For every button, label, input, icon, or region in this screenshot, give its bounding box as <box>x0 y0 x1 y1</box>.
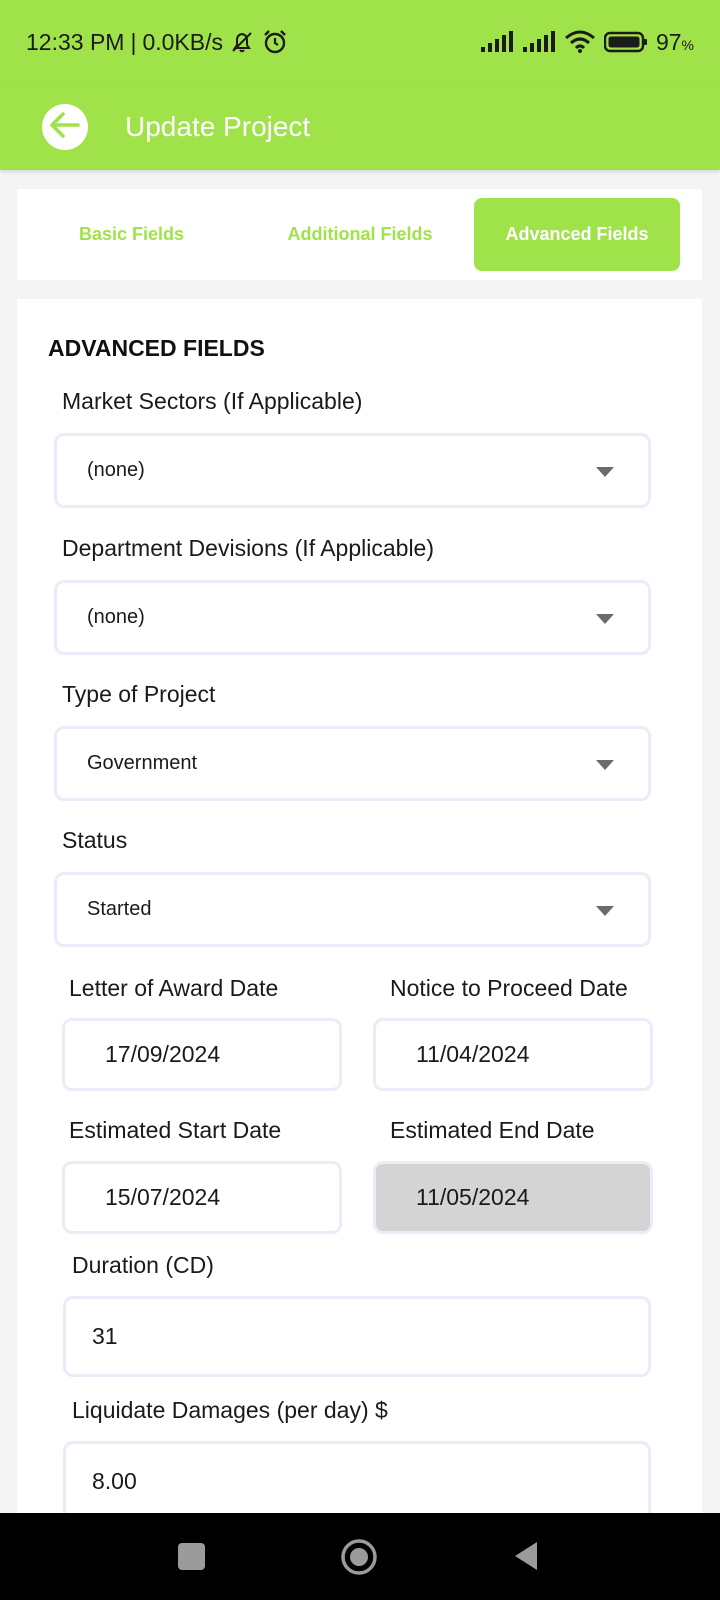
navigation-bar <box>0 1513 720 1600</box>
status-select[interactable]: Started <box>54 872 651 947</box>
chevron-down-icon <box>596 467 614 477</box>
mute-bell-icon <box>229 29 255 55</box>
tab-additional-fields[interactable]: Additional Fields <box>246 198 474 271</box>
app-bar: Update Project <box>0 84 720 170</box>
type-of-project-label: Type of Project <box>62 681 216 707</box>
market-sectors-select[interactable]: (none) <box>54 433 651 508</box>
signal-icon <box>522 31 556 53</box>
notice-to-proceed-date-field[interactable]: 11/04/2024 <box>373 1018 653 1091</box>
duration-label: Duration (CD) <box>72 1252 214 1278</box>
alarm-icon <box>261 28 289 56</box>
chevron-down-icon <box>596 760 614 770</box>
status-separator: | <box>130 28 137 55</box>
tab-basic-fields[interactable]: Basic Fields <box>17 198 246 271</box>
status-right: 97% <box>480 29 694 56</box>
type-of-project-select[interactable]: Government <box>54 726 651 801</box>
estimated-end-date-field: 11/05/2024 <box>373 1161 653 1234</box>
status-left: 12:33 PM | 0.0KB/s <box>26 28 289 56</box>
status-bar: 12:33 PM | 0.0KB/s 97% <box>0 0 720 84</box>
department-divisions-value: (none) <box>87 606 145 628</box>
chevron-down-icon <box>596 906 614 916</box>
status-label: Status <box>62 827 128 853</box>
wifi-icon <box>564 30 596 54</box>
back-icon[interactable] <box>512 1540 539 1577</box>
signal-icon <box>480 31 514 53</box>
letter-of-award-date-field[interactable]: 17/09/2024 <box>62 1018 342 1091</box>
battery-level: 97% <box>656 29 694 56</box>
chevron-down-icon <box>596 614 614 624</box>
letter-of-award-date-label: Letter of Award Date <box>69 975 279 1001</box>
department-divisions-select[interactable]: (none) <box>54 580 651 655</box>
status-time: 12:33 PM <box>26 28 125 55</box>
recent-apps-icon[interactable] <box>178 1543 205 1575</box>
market-sectors-value: (none) <box>87 459 145 481</box>
estimated-start-date-field[interactable]: 15/07/2024 <box>62 1161 342 1234</box>
type-of-project-value: Government <box>87 752 198 774</box>
status-value: Started <box>87 898 152 920</box>
battery-unit: % <box>681 36 694 53</box>
liquidated-damages-field[interactable]: 8.00 <box>63 1441 651 1522</box>
tab-advanced-fields[interactable]: Advanced Fields <box>474 198 680 271</box>
form-card: ADVANCED FIELDS Market Sectors (If Appli… <box>17 299 702 1522</box>
home-icon[interactable] <box>340 1538 378 1581</box>
section-title: ADVANCED FIELDS <box>48 335 265 361</box>
tab-bar: Basic Fields Additional Fields Advanced … <box>17 189 702 280</box>
liquidated-damages-label: Liquidate Damages (per day) $ <box>72 1397 388 1423</box>
department-divisions-label: Department Devisions (If Applicable) <box>62 535 434 561</box>
back-button[interactable] <box>42 104 88 150</box>
battery-icon <box>603 31 648 53</box>
battery-percent: 97 <box>655 28 682 55</box>
notice-to-proceed-date-label: Notice to Proceed Date <box>390 975 628 1001</box>
page-title: Update Project <box>125 111 311 142</box>
estimated-start-date-label: Estimated Start Date <box>69 1117 282 1143</box>
back-arrow-icon <box>49 111 81 144</box>
duration-field[interactable]: 31 <box>63 1296 651 1377</box>
estimated-end-date-label: Estimated End Date <box>390 1117 595 1143</box>
status-speed: 0.0KB/s <box>142 28 223 55</box>
market-sectors-label: Market Sectors (If Applicable) <box>62 388 363 414</box>
